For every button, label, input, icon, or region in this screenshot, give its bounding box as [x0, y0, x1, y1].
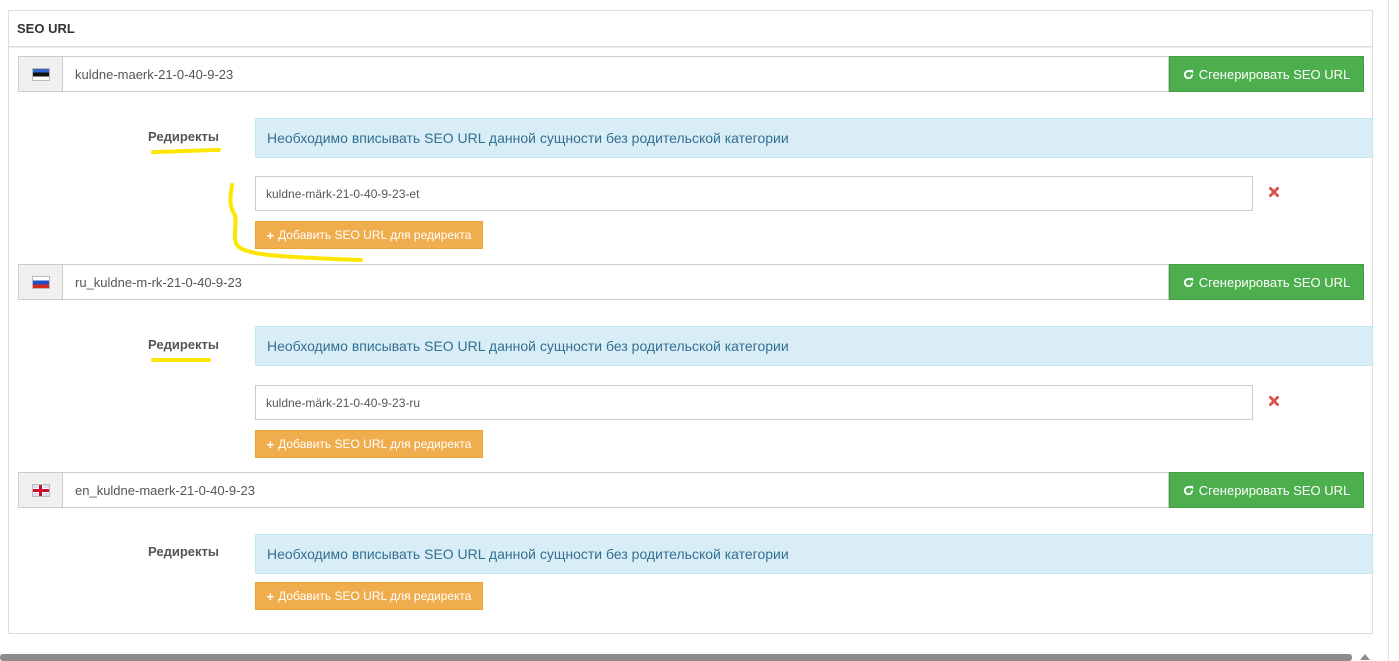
generate-button-label: Сгенерировать SEO URL	[1198, 66, 1351, 82]
plus-icon: +	[266, 436, 275, 452]
add-redirect-label: Добавить SEO URL для редиректа	[278, 589, 472, 603]
seo-url-input-ru[interactable]	[62, 264, 1169, 300]
refresh-icon	[1183, 485, 1193, 495]
refresh-icon	[1183, 69, 1193, 79]
add-redirect-label: Добавить SEO URL для редиректа	[278, 228, 472, 242]
russia-flag-icon	[32, 276, 49, 288]
generate-button-label: Сгенерировать SEO URL	[1198, 274, 1351, 290]
info-alert: Необходимо вписывать SEO URL данной сущн…	[255, 326, 1373, 366]
info-alert: Необходимо вписывать SEO URL данной сущн…	[255, 118, 1373, 158]
horizontal-scrollbar[interactable]	[0, 654, 1352, 661]
language-block-et: Сгенерировать SEO URL Редиректы Необходи…	[18, 56, 1373, 262]
add-redirect-button[interactable]: + Добавить SEO URL для редиректа	[255, 221, 483, 249]
estonia-flag-icon	[32, 68, 49, 80]
page-edge-divider	[1388, 0, 1389, 661]
remove-icon[interactable]	[1268, 395, 1280, 407]
redirect-input-et[interactable]	[255, 176, 1253, 211]
add-redirect-button[interactable]: + Добавить SEO URL для редиректа	[255, 582, 483, 610]
panel-title: SEO URL	[9, 11, 1372, 47]
plus-icon: +	[266, 227, 275, 243]
flag-addon	[18, 472, 62, 508]
highlight-underline	[150, 147, 222, 155]
flag-addon	[18, 56, 62, 92]
highlight-underline	[151, 358, 211, 362]
generate-button-label: Сгенерировать SEO URL	[1198, 482, 1351, 498]
flag-addon	[18, 264, 62, 300]
seo-url-row: Сгенерировать SEO URL	[18, 264, 1364, 300]
redirects-label: Редиректы	[148, 129, 219, 144]
seo-url-row: Сгенерировать SEO URL	[18, 472, 1364, 508]
generate-seo-url-button[interactable]: Сгенерировать SEO URL	[1169, 264, 1364, 300]
redirects-label: Редиректы	[148, 337, 219, 352]
language-block-en: Сгенерировать SEO URL Редиректы Необходи…	[18, 472, 1373, 610]
refresh-icon	[1183, 277, 1193, 287]
seo-url-input-et[interactable]	[62, 56, 1169, 92]
scroll-up-arrow-icon[interactable]	[1360, 654, 1370, 660]
plus-icon: +	[266, 588, 275, 604]
add-redirect-button[interactable]: + Добавить SEO URL для редиректа	[255, 430, 483, 458]
remove-icon[interactable]	[1268, 186, 1280, 198]
add-redirect-label: Добавить SEO URL для редиректа	[278, 437, 472, 451]
redirect-input-ru[interactable]	[255, 385, 1253, 420]
info-alert: Необходимо вписывать SEO URL данной сущн…	[255, 534, 1373, 574]
generate-seo-url-button[interactable]: Сгенерировать SEO URL	[1169, 472, 1364, 508]
uk-flag-icon	[32, 484, 49, 496]
generate-seo-url-button[interactable]: Сгенерировать SEO URL	[1169, 56, 1364, 92]
seo-url-row: Сгенерировать SEO URL	[18, 56, 1364, 92]
language-block-ru: Сгенерировать SEO URL Редиректы Необходи…	[18, 264, 1373, 458]
seo-url-panel: SEO URL Сгенерировать SEO URL Редиректы …	[8, 10, 1373, 634]
redirects-label: Редиректы	[148, 544, 219, 559]
seo-url-input-en[interactable]	[62, 472, 1169, 508]
